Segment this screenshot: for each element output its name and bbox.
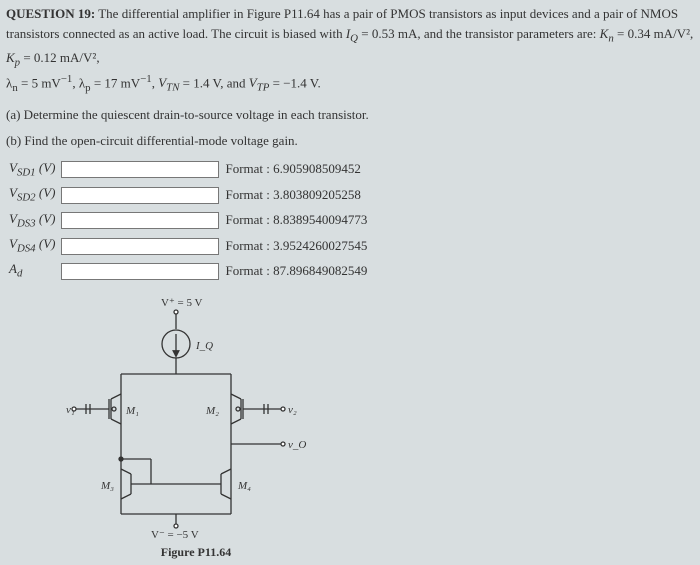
table-row: VSD2 (V) Format : 3.803809205258 <box>6 182 370 207</box>
vo-label: v_O <box>288 439 306 451</box>
part-a: (a) Determine the quiescent drain-to-sou… <box>6 105 694 125</box>
v1-label: v₁ <box>66 404 75 416</box>
question-heading: QUESTION 19: <box>6 6 95 21</box>
m3-label: M₃ <box>100 480 114 492</box>
m2-label: M₂ <box>205 405 219 417</box>
m3-transistor <box>121 469 176 499</box>
vds3-input[interactable] <box>61 212 219 229</box>
circuit-figure: V⁺ = 5 V I_Q <box>66 294 326 562</box>
table-row: VDS4 (V) Format : 3.9524260027545 <box>6 233 370 258</box>
m1-transistor <box>72 394 121 424</box>
vsd1-input[interactable] <box>61 161 219 178</box>
answer-table: VSD1 (V) Format : 6.905908509452 VSD2 (V… <box>6 157 694 284</box>
part-b: (b) Find the open-circuit differential-m… <box>6 131 694 151</box>
m4-transistor <box>176 469 231 499</box>
ad-input[interactable] <box>61 263 219 280</box>
m2-transistor <box>231 394 285 424</box>
vsd2-input[interactable] <box>61 187 219 204</box>
m1-label: M₁ <box>125 405 139 417</box>
vplus-label: V⁺ = 5 V <box>161 297 203 309</box>
table-row: VSD1 (V) Format : 6.905908509452 <box>6 157 370 182</box>
m4-label: M₄ <box>237 480 251 492</box>
v2-label: v₂ <box>288 404 297 416</box>
iq-label: I_Q <box>195 340 213 352</box>
table-row: Ad Format : 87.896849082549 <box>6 258 370 283</box>
vds4-input[interactable] <box>61 238 219 255</box>
table-row: VDS3 (V) Format : 8.8389540094773 <box>6 208 370 233</box>
question-text: QUESTION 19: The differential amplifier … <box>6 4 694 97</box>
figure-caption: Figure P11.64 <box>66 543 326 562</box>
vminus-label: V⁻ = −5 V <box>151 529 199 539</box>
